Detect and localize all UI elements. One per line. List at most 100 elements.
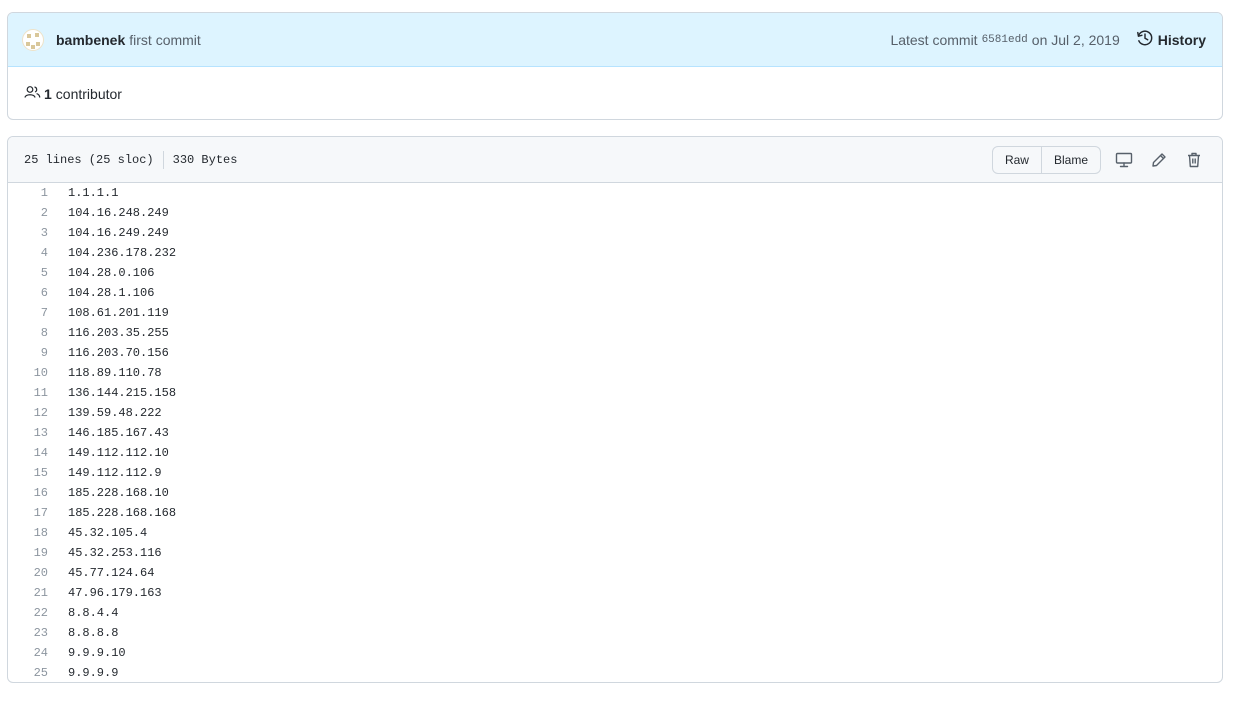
line-content: 139.59.48.222 <box>68 406 162 420</box>
file-viewer: 25 lines (25 sloc) 330 Bytes Raw Blame 1… <box>7 136 1223 683</box>
line-count: 25 lines (25 sloc) <box>24 152 154 167</box>
raw-button[interactable]: Raw <box>991 145 1042 174</box>
line-number[interactable]: 14 <box>8 446 48 460</box>
line-number[interactable]: 15 <box>8 466 48 480</box>
code-line: 4 104.236.178.232 <box>8 243 1222 263</box>
line-number[interactable]: 23 <box>8 626 48 640</box>
code-line: 25 9.9.9.9 <box>8 663 1222 682</box>
code-line: 5 104.28.0.106 <box>8 263 1222 283</box>
pencil-icon[interactable] <box>1147 148 1171 172</box>
code-line: 9 116.203.70.156 <box>8 343 1222 363</box>
code-line: 12 139.59.48.222 <box>8 403 1222 423</box>
line-content: 116.203.35.255 <box>68 326 169 340</box>
line-content: 104.28.1.106 <box>68 286 155 300</box>
line-number[interactable]: 3 <box>8 226 48 240</box>
code-line: 13 146.185.167.43 <box>8 423 1222 443</box>
line-number[interactable]: 13 <box>8 426 48 440</box>
code-line: 2 104.16.248.249 <box>8 203 1222 223</box>
line-number[interactable]: 4 <box>8 246 48 260</box>
code-table: 1 1.1.1.1 2 104.16.248.249 3 104.16.249.249 4 1… <box>8 183 1222 682</box>
line-content: 45.77.124.64 <box>68 566 155 580</box>
line-number[interactable]: 19 <box>8 546 48 560</box>
line-number[interactable]: 18 <box>8 526 48 540</box>
line-number[interactable]: 12 <box>8 406 48 420</box>
line-number[interactable]: 20 <box>8 566 48 580</box>
commit-sha-link[interactable]: 6581edd <box>982 34 1028 46</box>
line-content: 45.32.253.116 <box>68 546 162 560</box>
commit-message-link[interactable]: first commit <box>129 32 201 48</box>
code-line: 7 108.61.201.119 <box>8 303 1222 323</box>
file-header: 25 lines (25 sloc) 330 Bytes Raw Blame <box>8 137 1222 183</box>
line-content: 47.96.179.163 <box>68 586 162 600</box>
line-content: 185.228.168.168 <box>68 506 177 520</box>
line-number[interactable]: 1 <box>8 186 48 200</box>
code-line: 14 149.112.112.10 <box>8 443 1222 463</box>
divider <box>162 150 164 169</box>
line-content: 8.8.4.4 <box>68 606 119 620</box>
line-number[interactable]: 16 <box>8 486 48 500</box>
code-line: 3 104.16.249.249 <box>8 223 1222 243</box>
code-line: 10 118.89.110.78 <box>8 363 1222 383</box>
line-content: 45.32.105.4 <box>68 526 148 540</box>
code-line: 11 136.144.215.158 <box>8 383 1222 403</box>
line-number[interactable]: 9 <box>8 346 48 360</box>
code-line: 23 8.8.8.8 <box>8 623 1222 643</box>
file-info: 25 lines (25 sloc) 330 Bytes <box>24 150 238 169</box>
raw-blame-group: Raw Blame <box>991 145 1101 174</box>
code-line: 16 185.228.168.10 <box>8 483 1222 503</box>
line-content: 9.9.9.10 <box>68 646 126 660</box>
line-content: 116.203.70.156 <box>68 346 169 360</box>
line-number[interactable]: 22 <box>8 606 48 620</box>
contributor-count[interactable]: 1 <box>44 86 52 102</box>
line-content: 8.8.8.8 <box>68 626 119 640</box>
history-link[interactable]: History <box>1136 29 1206 50</box>
code-line: 18 45.32.105.4 <box>8 523 1222 543</box>
history-label: History <box>1157 31 1206 48</box>
blame-button[interactable]: Blame <box>1041 145 1101 174</box>
code-line: 22 8.8.4.4 <box>8 603 1222 623</box>
contributor-label[interactable]: contributor <box>56 86 122 102</box>
line-number[interactable]: 8 <box>8 326 48 340</box>
people-icon <box>24 85 44 102</box>
code-line: 8 116.203.35.255 <box>8 323 1222 343</box>
line-content: 136.144.215.158 <box>68 386 177 400</box>
trash-icon[interactable] <box>1182 148 1206 172</box>
contributors-row: 1 contributor <box>8 67 1222 119</box>
line-number[interactable]: 5 <box>8 266 48 280</box>
line-content: 104.16.248.249 <box>68 206 169 220</box>
commit-date: on Jul 2, 2019 <box>1031 31 1120 48</box>
line-content: 104.236.178.232 <box>68 246 177 260</box>
line-content: 104.28.0.106 <box>68 266 155 280</box>
file-size: 330 Bytes <box>172 152 238 167</box>
code-line: 24 9.9.9.10 <box>8 643 1222 663</box>
avatar[interactable] <box>22 28 44 51</box>
line-number[interactable]: 7 <box>8 306 48 320</box>
line-content: 118.89.110.78 <box>68 366 162 380</box>
line-number[interactable]: 25 <box>8 666 48 680</box>
line-content: 1.1.1.1 <box>68 186 119 200</box>
commit-author-link[interactable]: bambenek <box>56 32 125 48</box>
line-content: 149.112.112.9 <box>68 466 162 480</box>
code-line: 15 149.112.112.9 <box>8 463 1222 483</box>
line-number[interactable]: 24 <box>8 646 48 660</box>
line-number[interactable]: 21 <box>8 586 48 600</box>
line-content: 104.16.249.249 <box>68 226 169 240</box>
code-line: 21 47.96.179.163 <box>8 583 1222 603</box>
code-line: 6 104.28.1.106 <box>8 283 1222 303</box>
line-number[interactable]: 2 <box>8 206 48 220</box>
line-number[interactable]: 10 <box>8 366 48 380</box>
desktop-icon[interactable] <box>1112 148 1136 172</box>
line-number[interactable]: 11 <box>8 386 48 400</box>
code-line: 17 185.228.168.168 <box>8 503 1222 523</box>
line-number[interactable]: 17 <box>8 506 48 520</box>
code-line: 19 45.32.253.116 <box>8 543 1222 563</box>
line-number[interactable]: 6 <box>8 286 48 300</box>
code-line: 1 1.1.1.1 <box>8 183 1222 203</box>
history-icon <box>1136 29 1158 50</box>
line-content: 185.228.168.10 <box>68 486 169 500</box>
commit-box: bambenek first commit Latest commit 6581… <box>7 12 1223 120</box>
latest-commit-label: Latest commit <box>890 31 978 48</box>
line-content: 146.185.167.43 <box>68 426 169 440</box>
line-content: 108.61.201.119 <box>68 306 169 320</box>
line-content: 149.112.112.10 <box>68 446 169 460</box>
